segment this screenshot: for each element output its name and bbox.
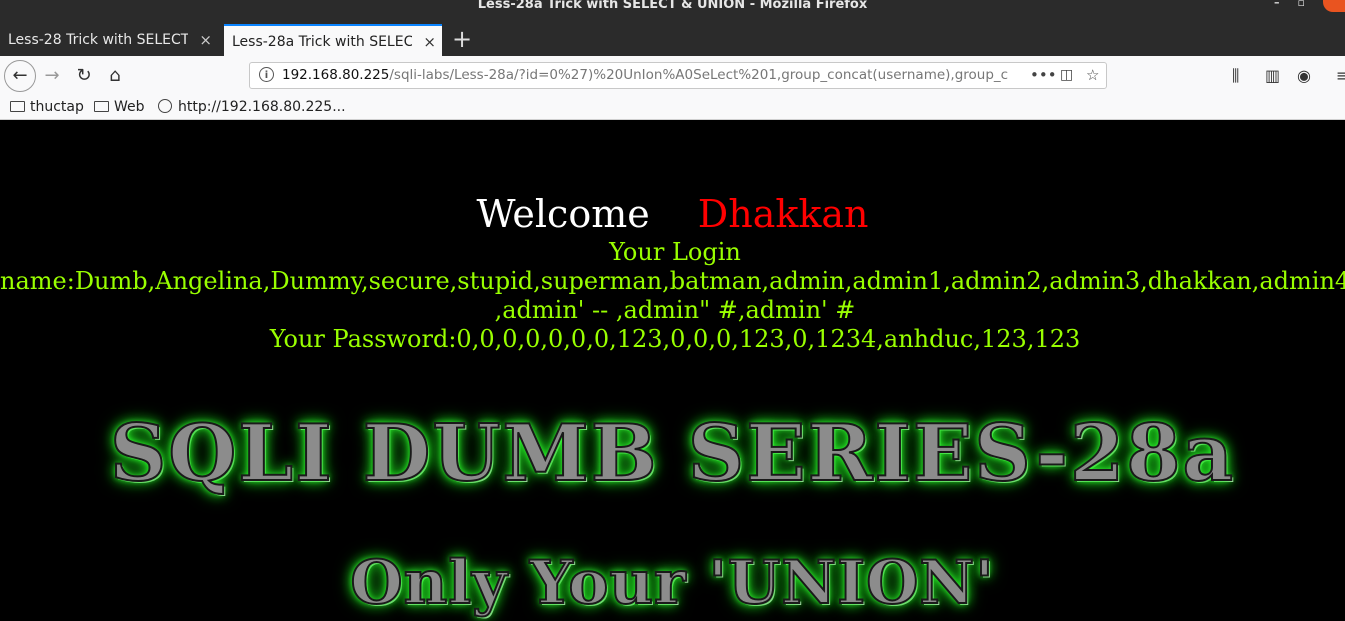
reload-button[interactable]: ↻ bbox=[70, 62, 98, 90]
bookmarks-toolbar: thuctap Web http://192.168.80.225... bbox=[0, 96, 1345, 120]
welcome-text: Welcome bbox=[476, 192, 650, 236]
login-names-continued: ,admin' -- ,admin" #,admin' # bbox=[494, 296, 856, 324]
url-path: /sqli-labs/Less-28a/?id=0%27)%20UnIon%A0… bbox=[389, 67, 1009, 83]
username-text: Dhakkan bbox=[697, 192, 869, 236]
home-button[interactable]: ⌂ bbox=[101, 62, 129, 90]
globe-icon bbox=[158, 99, 172, 113]
series-title-banner: SQLI DUMB SERIES-28a bbox=[109, 407, 1236, 500]
maximize-icon[interactable]: ▫ bbox=[1298, 0, 1305, 12]
bookmark-label: thuctap bbox=[30, 99, 84, 115]
bookmark-label: Web bbox=[114, 99, 145, 115]
pocket-icon[interactable]: ◫ bbox=[1060, 63, 1073, 88]
bookmark-star-icon[interactable]: ☆ bbox=[1086, 63, 1099, 88]
login-label: Your Login bbox=[609, 238, 741, 266]
tab-close-icon[interactable]: × bbox=[199, 24, 212, 56]
site-info-icon[interactable]: i bbox=[259, 67, 274, 82]
series-subtitle-banner: Only Your 'UNION' bbox=[349, 547, 995, 619]
url-text[interactable]: 192.168.80.225/sqli-labs/Less-28a/?id=0%… bbox=[282, 63, 1022, 88]
new-tab-button[interactable]: + bbox=[452, 24, 472, 54]
tab-label: Less-28a Trick with SELECT & UNION bbox=[232, 34, 412, 50]
login-names: name:Dumb,Angelina,Dummy,secure,stupid,s… bbox=[0, 267, 1345, 295]
welcome-heading: Welcome Dhakkan bbox=[0, 192, 1345, 236]
tab-label: Less-28 Trick with SELECT & UNION bbox=[8, 32, 188, 48]
tab-less-28[interactable]: Less-28 Trick with SELECT & UNION × bbox=[0, 24, 218, 56]
account-icon[interactable]: ◉ bbox=[1297, 62, 1311, 90]
bookmark-web[interactable]: Web bbox=[94, 96, 145, 118]
password-result: Your Password:0,0,0,0,0,0,0,123,0,0,0,12… bbox=[269, 325, 1081, 353]
window-titlebar: Less-28a Trick with SELECT & UNION - Moz… bbox=[0, 0, 1345, 12]
folder-icon bbox=[10, 101, 25, 112]
bookmark-label: http://192.168.80.225... bbox=[178, 99, 346, 115]
tab-bar: Less-28 Trick with SELECT & UNION × Less… bbox=[0, 12, 1345, 56]
minimize-icon[interactable]: – bbox=[1274, 0, 1280, 12]
menu-icon[interactable]: ≡ bbox=[1336, 62, 1345, 90]
page-content: Welcome Dhakkan Your Login name:Dumb,Ange… bbox=[0, 120, 1345, 621]
login-result: Your Login name:Dumb,Angelina,Dummy,secu… bbox=[0, 238, 1345, 354]
tab-less-28a[interactable]: Less-28a Trick with SELECT & UNION × bbox=[224, 24, 442, 56]
page-actions-icon[interactable]: ••• bbox=[1030, 63, 1057, 88]
bookmark-url[interactable]: http://192.168.80.225... bbox=[158, 96, 346, 118]
back-button[interactable]: ← bbox=[4, 60, 36, 92]
close-window-button[interactable] bbox=[1323, 0, 1345, 12]
folder-icon bbox=[94, 101, 109, 112]
forward-button[interactable]: → bbox=[38, 62, 66, 90]
window-title: Less-28a Trick with SELECT & UNION - Moz… bbox=[477, 0, 868, 12]
url-host: 192.168.80.225 bbox=[282, 67, 390, 83]
library-icon[interactable]: ⫼ bbox=[1232, 62, 1239, 90]
sidebar-icon[interactable]: ▥ bbox=[1265, 62, 1280, 90]
url-bar[interactable]: i 192.168.80.225/sqli-labs/Less-28a/?id=… bbox=[249, 62, 1107, 89]
bookmark-thuctap[interactable]: thuctap bbox=[10, 96, 84, 118]
window-controls: – ▫ bbox=[1274, 0, 1345, 12]
navigation-toolbar: ← → ↻ ⌂ i 192.168.80.225/sqli-labs/Less-… bbox=[0, 56, 1345, 96]
tab-close-icon[interactable]: × bbox=[423, 26, 436, 58]
